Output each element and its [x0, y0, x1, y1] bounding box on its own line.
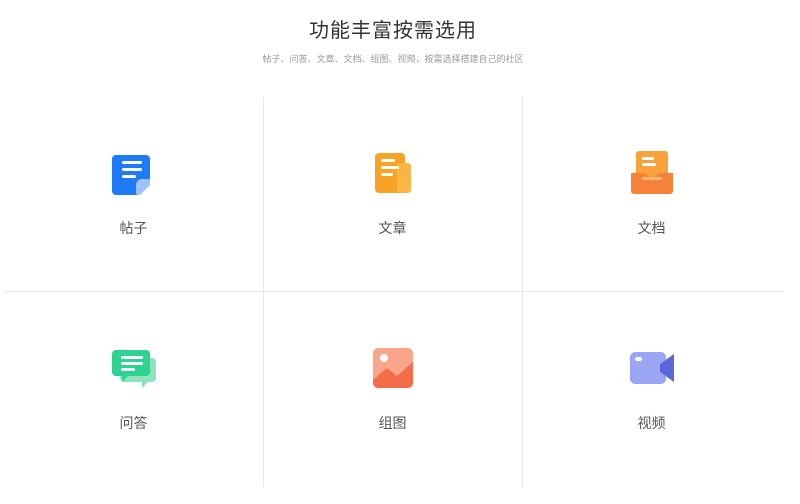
- feature-card-document[interactable]: 文档: [522, 97, 781, 291]
- feature-label: 问答: [119, 416, 148, 432]
- feature-card-video[interactable]: 视频: [522, 292, 781, 486]
- feature-card-article[interactable]: 文章: [263, 97, 522, 291]
- feature-label: 帖子: [119, 221, 148, 237]
- feature-card-post[interactable]: 帖子: [4, 97, 263, 291]
- article-icon: [369, 149, 417, 197]
- document-icon: [628, 149, 676, 197]
- feature-label: 组图: [378, 416, 407, 432]
- feature-label: 文档: [637, 221, 666, 237]
- feature-card-gallery[interactable]: 组图: [263, 292, 522, 486]
- gallery-icon: [369, 344, 417, 392]
- feature-card-qa[interactable]: 问答: [4, 292, 263, 486]
- feature-grid: 帖子 文章 文档 问答 组图 视频: [4, 97, 783, 487]
- feature-label: 文章: [378, 221, 407, 237]
- section-title: 功能丰富按需选用: [309, 18, 477, 42]
- section-subtitle: 帖子、问答、文章、文档、组图、视频，按需选择搭建自己的社区: [262, 55, 524, 65]
- video-icon: [628, 344, 676, 392]
- feature-label: 视频: [637, 416, 666, 432]
- feature-section: 功能丰富按需选用 帖子、问答、文章、文档、组图、视频，按需选择搭建自己的社区 帖…: [0, 0, 800, 504]
- qa-icon: [110, 344, 158, 392]
- post-icon: [110, 149, 158, 197]
